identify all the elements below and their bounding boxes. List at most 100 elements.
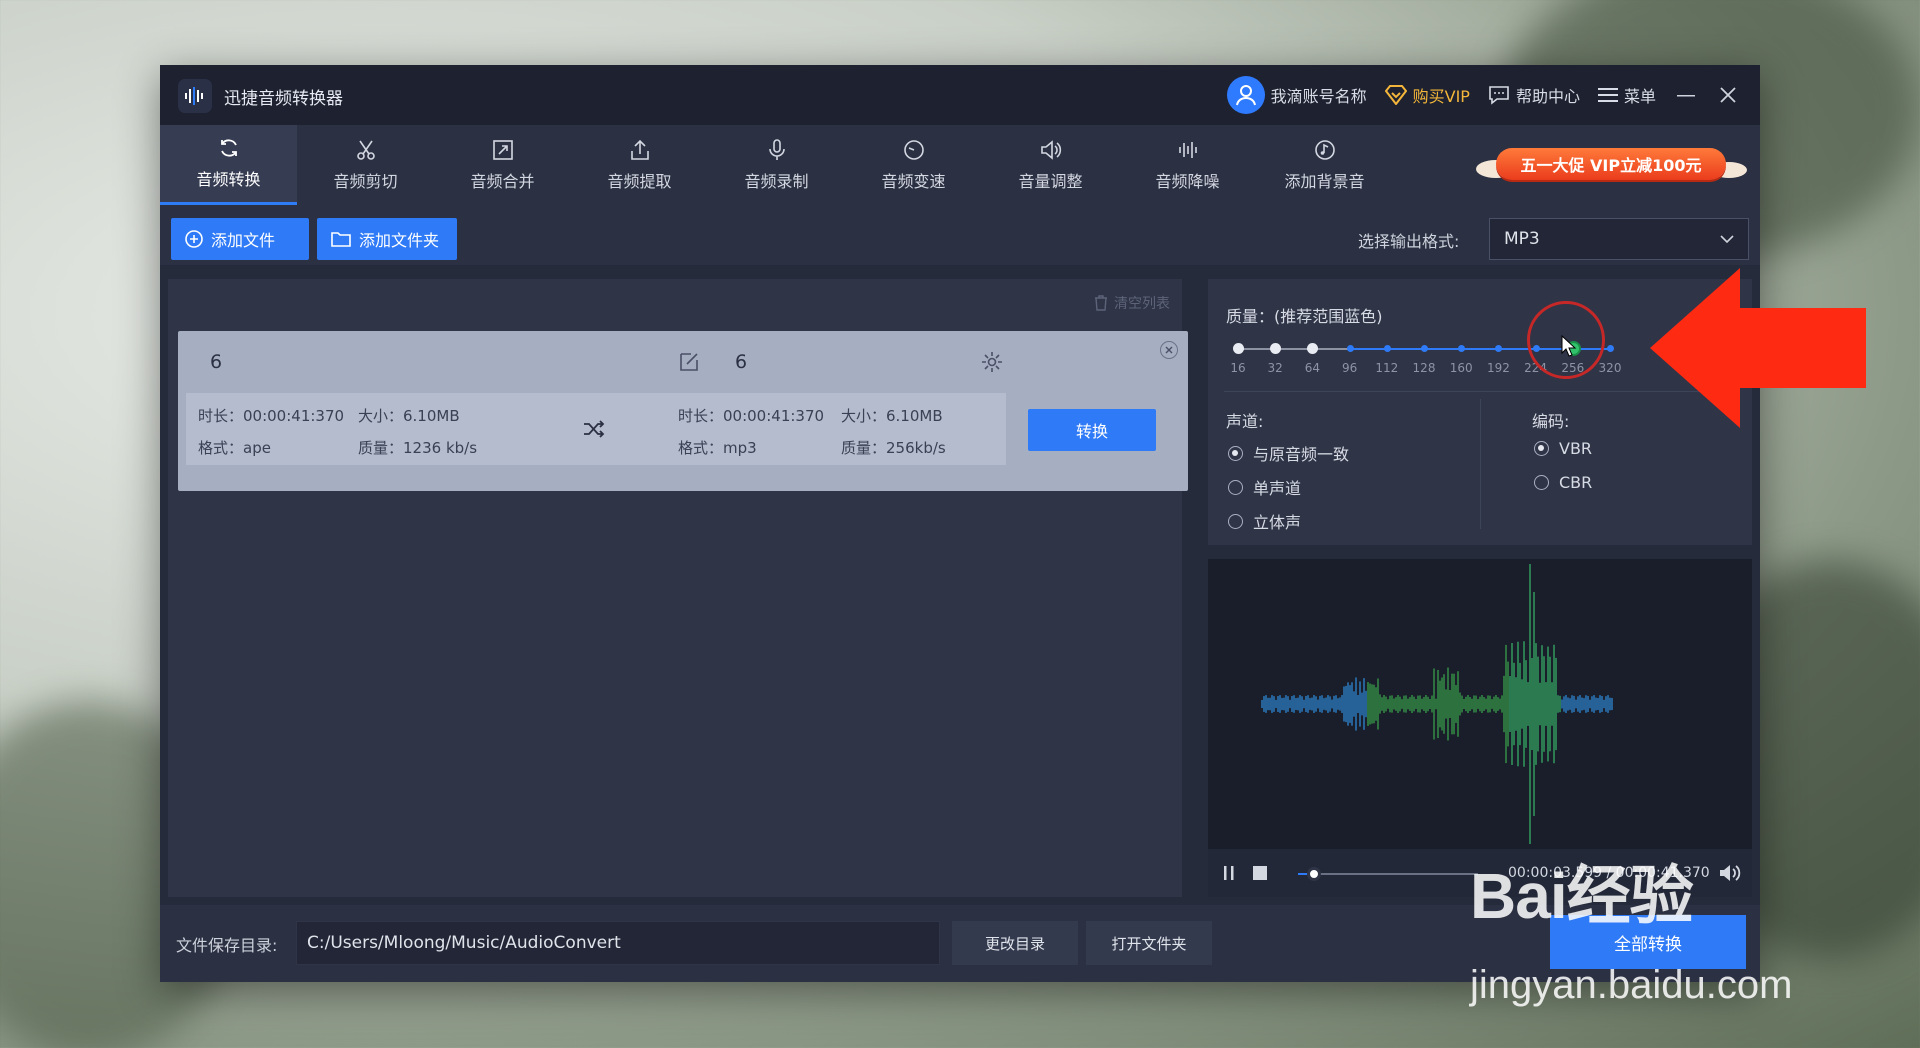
tab-label: 音频录制 xyxy=(744,171,809,191)
convert-button[interactable]: 转换 xyxy=(1028,409,1156,451)
clear-list-label: 清空列表 xyxy=(1114,296,1170,312)
radio-label: 与原音频一致 xyxy=(1253,445,1350,464)
music-note-icon xyxy=(1314,139,1336,161)
radio-label: VBR xyxy=(1559,439,1593,458)
close-icon xyxy=(1720,87,1736,103)
quality-tick[interactable] xyxy=(1346,345,1354,352)
output-format-select[interactable]: MP3 xyxy=(1489,218,1749,260)
tab-label: 音频变速 xyxy=(881,171,946,191)
volume-icon xyxy=(1040,139,1062,161)
speed-icon xyxy=(903,139,925,161)
tab-audio-convert[interactable]: 音频转换 xyxy=(160,125,297,205)
chevron-down-icon xyxy=(1720,235,1734,243)
function-toolbar: 音频转换 音频剪切 音频合并 音频提取 音频录制 音频变速 音量调整 音频降噪 xyxy=(160,125,1760,205)
radio-label: 单声道 xyxy=(1253,479,1302,498)
merge-icon xyxy=(492,139,514,161)
app-title: 迅捷音频转换器 xyxy=(224,89,343,109)
encoding-label: 编码: xyxy=(1532,412,1570,431)
add-folder-button[interactable]: 添加文件夹 xyxy=(317,218,457,260)
file-info-row: 时长：00:00:41:370 大小：6.10MB 格式：ape 质量：1236… xyxy=(186,393,1006,465)
pause-button[interactable] xyxy=(1222,865,1236,885)
add-folder-label: 添加文件夹 xyxy=(359,231,440,250)
speaker-icon xyxy=(1720,865,1741,881)
quality-tick[interactable] xyxy=(1383,345,1391,352)
quality-tick-label: 160 xyxy=(1449,361,1473,375)
seek-handle[interactable] xyxy=(1306,867,1321,881)
file-item-card: 6 6 时长：00:00:41:370 大小：6.10MB 格式：ape 质量：… xyxy=(178,331,1188,491)
quality-tick[interactable] xyxy=(1307,343,1319,354)
volume-button[interactable] xyxy=(1718,863,1742,887)
close-window-button[interactable] xyxy=(1716,83,1740,107)
red-arrow-annotation xyxy=(1650,268,1866,432)
save-path-field[interactable]: C:/Users/Mloong/Music/AudioConvert xyxy=(296,921,940,965)
quality-tick-label: 128 xyxy=(1412,361,1436,375)
radio-indicator xyxy=(1534,475,1549,490)
tab-audio-extract[interactable]: 音频提取 xyxy=(571,125,708,205)
source-quality: 质量：1236 kb/s xyxy=(358,439,478,457)
radio-encoding-vbr[interactable]: VBR xyxy=(1534,439,1592,458)
tab-audio-cut[interactable]: 音频剪切 xyxy=(297,125,434,205)
action-bar: 添加文件 添加文件夹 选择输出格式: MP3 xyxy=(160,205,1760,265)
tab-label: 音频剪切 xyxy=(333,171,398,191)
waveform-display xyxy=(1261,564,1613,844)
buy-vip-label: 购买VIP xyxy=(1412,87,1470,106)
account-button[interactable]: 我滴账号名称 xyxy=(1226,76,1367,114)
gear-icon[interactable] xyxy=(981,351,1003,377)
tab-label: 音频合并 xyxy=(470,171,535,191)
radio-channel-original[interactable]: 与原音频一致 xyxy=(1228,441,1349,465)
radio-encoding-cbr[interactable]: CBR xyxy=(1534,473,1592,492)
radio-channel-stereo[interactable]: 立体声 xyxy=(1228,509,1301,533)
pause-icon xyxy=(1224,866,1234,880)
target-size: 大小：6.10MB xyxy=(841,407,943,425)
channel-label: 声道: xyxy=(1226,412,1264,431)
promo-text: 五一大促 VIP立减100元 xyxy=(1496,148,1726,180)
menu-button[interactable]: 菜单 xyxy=(1597,83,1656,107)
tab-noise-reduction[interactable]: 音频降噪 xyxy=(1119,125,1256,205)
target-file-name: 6 xyxy=(735,351,748,373)
tab-audio-merge[interactable]: 音频合并 xyxy=(434,125,571,205)
scissors-icon xyxy=(355,139,377,161)
stop-button[interactable] xyxy=(1252,865,1268,885)
open-folder-button[interactable]: 打开文件夹 xyxy=(1086,921,1212,965)
help-center-button[interactable]: 帮助中心 xyxy=(1488,83,1580,107)
refresh-icon xyxy=(218,137,240,159)
radio-indicator xyxy=(1228,445,1243,461)
target-duration: 时长：00:00:41:370 xyxy=(678,407,825,425)
quality-tick[interactable] xyxy=(1421,345,1428,352)
tab-add-background-music[interactable]: 添加背景音 xyxy=(1256,125,1393,205)
minimize-button[interactable] xyxy=(1674,83,1698,107)
quality-tick[interactable] xyxy=(1458,345,1466,352)
tab-label: 音频转换 xyxy=(196,170,261,189)
user-avatar-icon xyxy=(1226,76,1265,114)
promo-banner[interactable]: 五一大促 VIP立减100元 xyxy=(1476,140,1747,186)
file-list-panel: 清空列表 6 6 时长：00:00:41:370 大小：6.10MB 格式：ap… xyxy=(168,279,1188,897)
tab-audio-record[interactable]: 音频录制 xyxy=(708,125,845,205)
edit-name-icon[interactable] xyxy=(678,351,700,377)
account-name: 我滴账号名称 xyxy=(1270,87,1367,106)
folder-icon xyxy=(331,232,351,247)
upload-icon xyxy=(629,139,651,161)
quality-tick-label: 96 xyxy=(1341,361,1358,375)
tab-label: 添加背景音 xyxy=(1284,171,1365,191)
tab-audio-speed[interactable]: 音频变速 xyxy=(845,125,982,205)
seek-bar[interactable] xyxy=(1298,867,1478,881)
quality-tick-label: 192 xyxy=(1486,361,1510,375)
tab-label: 音频降噪 xyxy=(1155,171,1220,191)
quality-tick[interactable] xyxy=(1270,343,1282,354)
microphone-icon xyxy=(766,138,788,161)
buy-vip-button[interactable]: 购买VIP xyxy=(1384,83,1470,107)
radio-channel-mono[interactable]: 单声道 xyxy=(1228,475,1301,499)
remove-file-button[interactable] xyxy=(1160,341,1178,359)
quality-tick-label: 16 xyxy=(1230,361,1246,375)
quality-tick[interactable] xyxy=(1495,345,1503,352)
radio-indicator xyxy=(1228,479,1243,495)
quality-tick[interactable] xyxy=(1607,345,1614,352)
target-format: 格式：mp3 xyxy=(678,439,757,457)
change-directory-button[interactable]: 更改目录 xyxy=(952,921,1078,965)
stop-icon xyxy=(1253,866,1267,880)
clear-list-button[interactable]: 清空列表 xyxy=(1094,293,1170,313)
quality-tick[interactable] xyxy=(1233,343,1244,354)
add-file-button[interactable]: 添加文件 xyxy=(171,218,309,260)
radio-label: CBR xyxy=(1559,473,1593,492)
tab-volume-adjust[interactable]: 音量调整 xyxy=(982,125,1119,205)
